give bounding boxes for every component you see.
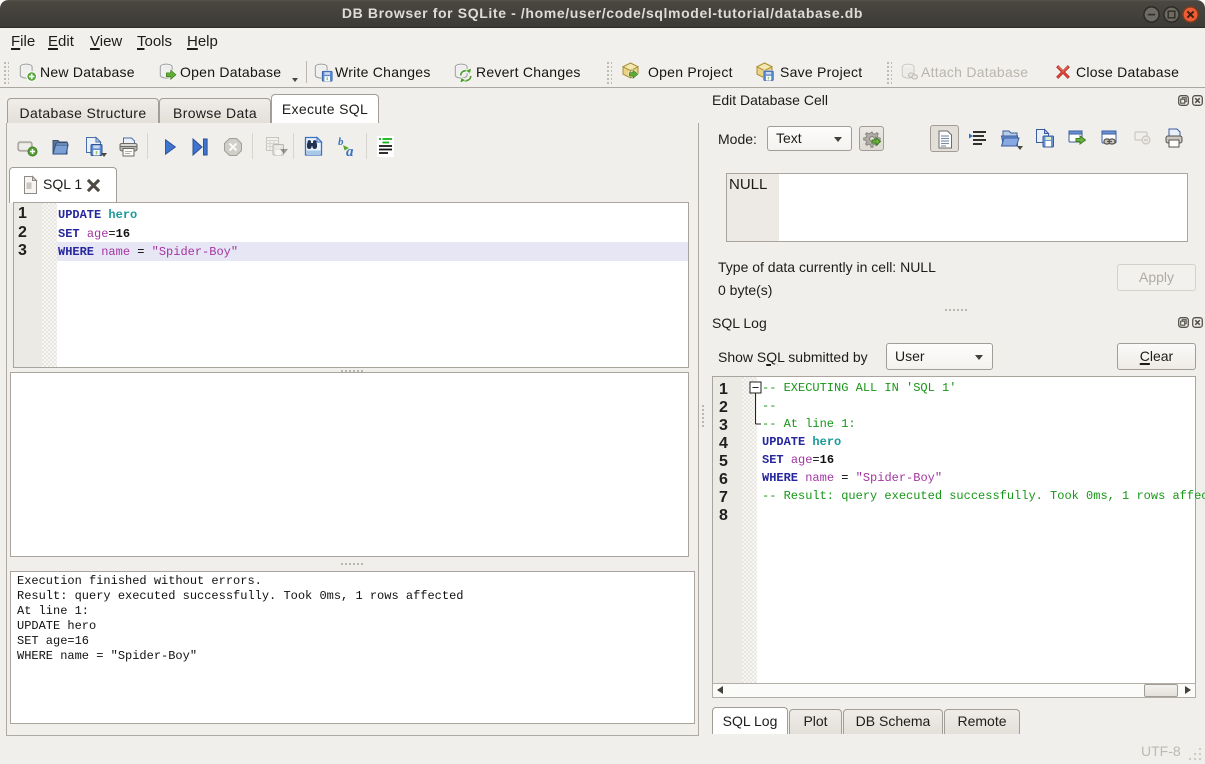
svg-text:a: a — [346, 144, 354, 157]
